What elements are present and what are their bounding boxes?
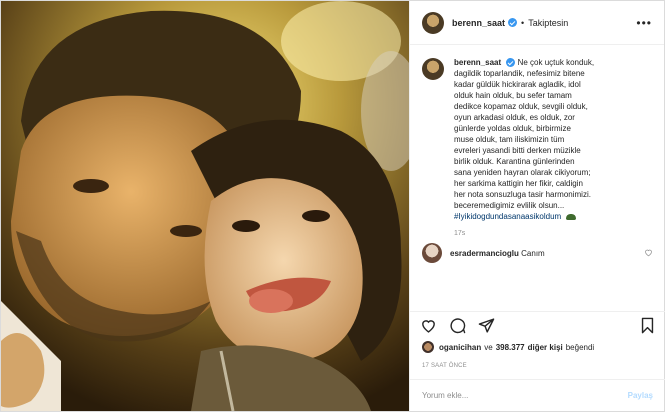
add-comment-bar: Paylaş [410, 379, 665, 411]
caption: berenn_saat Ne çok uçtuk konduk, dagildi… [422, 57, 653, 222]
heart-icon[interactable] [420, 317, 437, 334]
likes-suffix: beğendi [565, 342, 595, 352]
comments-area[interactable]: berenn_saat Ne çok uçtuk konduk, dagildi… [410, 45, 665, 311]
share-icon[interactable] [478, 317, 495, 334]
caption-line: beceremedigimiz evlilik olsun... [454, 201, 565, 210]
caption-verified-badge-icon [506, 58, 516, 68]
caption-line: her nota sonsuzluga tasir harmonimizi. [454, 190, 591, 199]
comment-input[interactable] [422, 391, 628, 400]
couple-selfie-image [1, 1, 409, 411]
follow-status-button[interactable]: Takiptesin [528, 18, 568, 28]
post-timestamp[interactable]: 17 SAAT ÖNCE [422, 363, 467, 369]
caption-line: evreleri yasandi bitti derken müzikle [454, 146, 581, 155]
caption-line: günlerde yoldas olduk, birbirmize [454, 124, 571, 133]
comment-body: Canım [521, 248, 545, 258]
caption-line: oyun arkadasi olduk, es olduk, zor [454, 113, 575, 122]
caption-username[interactable]: berenn_saat [454, 58, 501, 67]
caption-time-ago: 17s [454, 230, 466, 237]
post-side-panel: berenn_saat • Takiptesin ••• berenn_saat… [409, 1, 665, 411]
caption-line: kadar güldük hickirarak agladik, idol [454, 80, 581, 89]
instagram-post: berenn_saat • Takiptesin ••• berenn_saat… [0, 0, 665, 412]
caption-line: birlik olduk. Karantina günlerinden [454, 157, 575, 166]
caption-line: dagildik toparlandik, nefesimiz bitene [454, 69, 585, 78]
caption-line: muse olduk, tam iliskimizin tüm [454, 135, 565, 144]
comment-text: esradermancioglu Canım [450, 249, 545, 258]
caption-avatar[interactable] [422, 58, 444, 80]
likes-summary: oganicihan ve 398.377 diğer kişi beğendi [422, 341, 594, 353]
comment-like-heart-icon[interactable] [644, 244, 653, 262]
header-separator: • [521, 17, 525, 28]
caption-line: dedikce kopamaz olduk, sevgili olduk, [454, 102, 588, 111]
liker-avatar[interactable] [422, 341, 434, 353]
post-comment-button[interactable]: Paylaş [628, 391, 653, 400]
commenter-avatar[interactable] [422, 243, 442, 263]
more-dots-icon[interactable]: ••• [636, 16, 652, 30]
author-username[interactable]: berenn_saat [452, 18, 505, 28]
caption-line: sana yeniden hayran olarak cikiyorum; [454, 168, 591, 177]
caption-line: Ne çok uçtuk konduk, [517, 58, 595, 67]
bookmark-icon[interactable] [640, 317, 655, 334]
caption-text: berenn_saat Ne çok uçtuk konduk, dagildi… [454, 57, 644, 222]
post-photo[interactable] [1, 1, 409, 411]
post-header: berenn_saat • Takiptesin ••• [410, 1, 664, 45]
caption-line: her sarkima kattigin her fikir, caldigin [454, 179, 583, 188]
likes-connector: ve [484, 342, 493, 352]
liker-username[interactable]: oganicihan [439, 343, 481, 352]
caption-line: olduk hain olduk, bu sefer tamam [454, 91, 572, 100]
action-bar [410, 311, 665, 339]
likes-count[interactable]: 398.377 [496, 343, 525, 352]
verified-badge-icon [508, 18, 518, 27]
commenter-username[interactable]: esradermancioglu [450, 249, 519, 258]
author-avatar[interactable] [422, 11, 444, 34]
comment-item: esradermancioglu Canım [422, 243, 653, 263]
likes-rest[interactable]: diğer kişi [528, 343, 563, 352]
caption-hashtag[interactable]: #Iyikidogdundasanaasikoldum [454, 212, 561, 221]
comment-icon[interactable] [449, 317, 466, 334]
turtle-emoji-icon [566, 213, 577, 220]
